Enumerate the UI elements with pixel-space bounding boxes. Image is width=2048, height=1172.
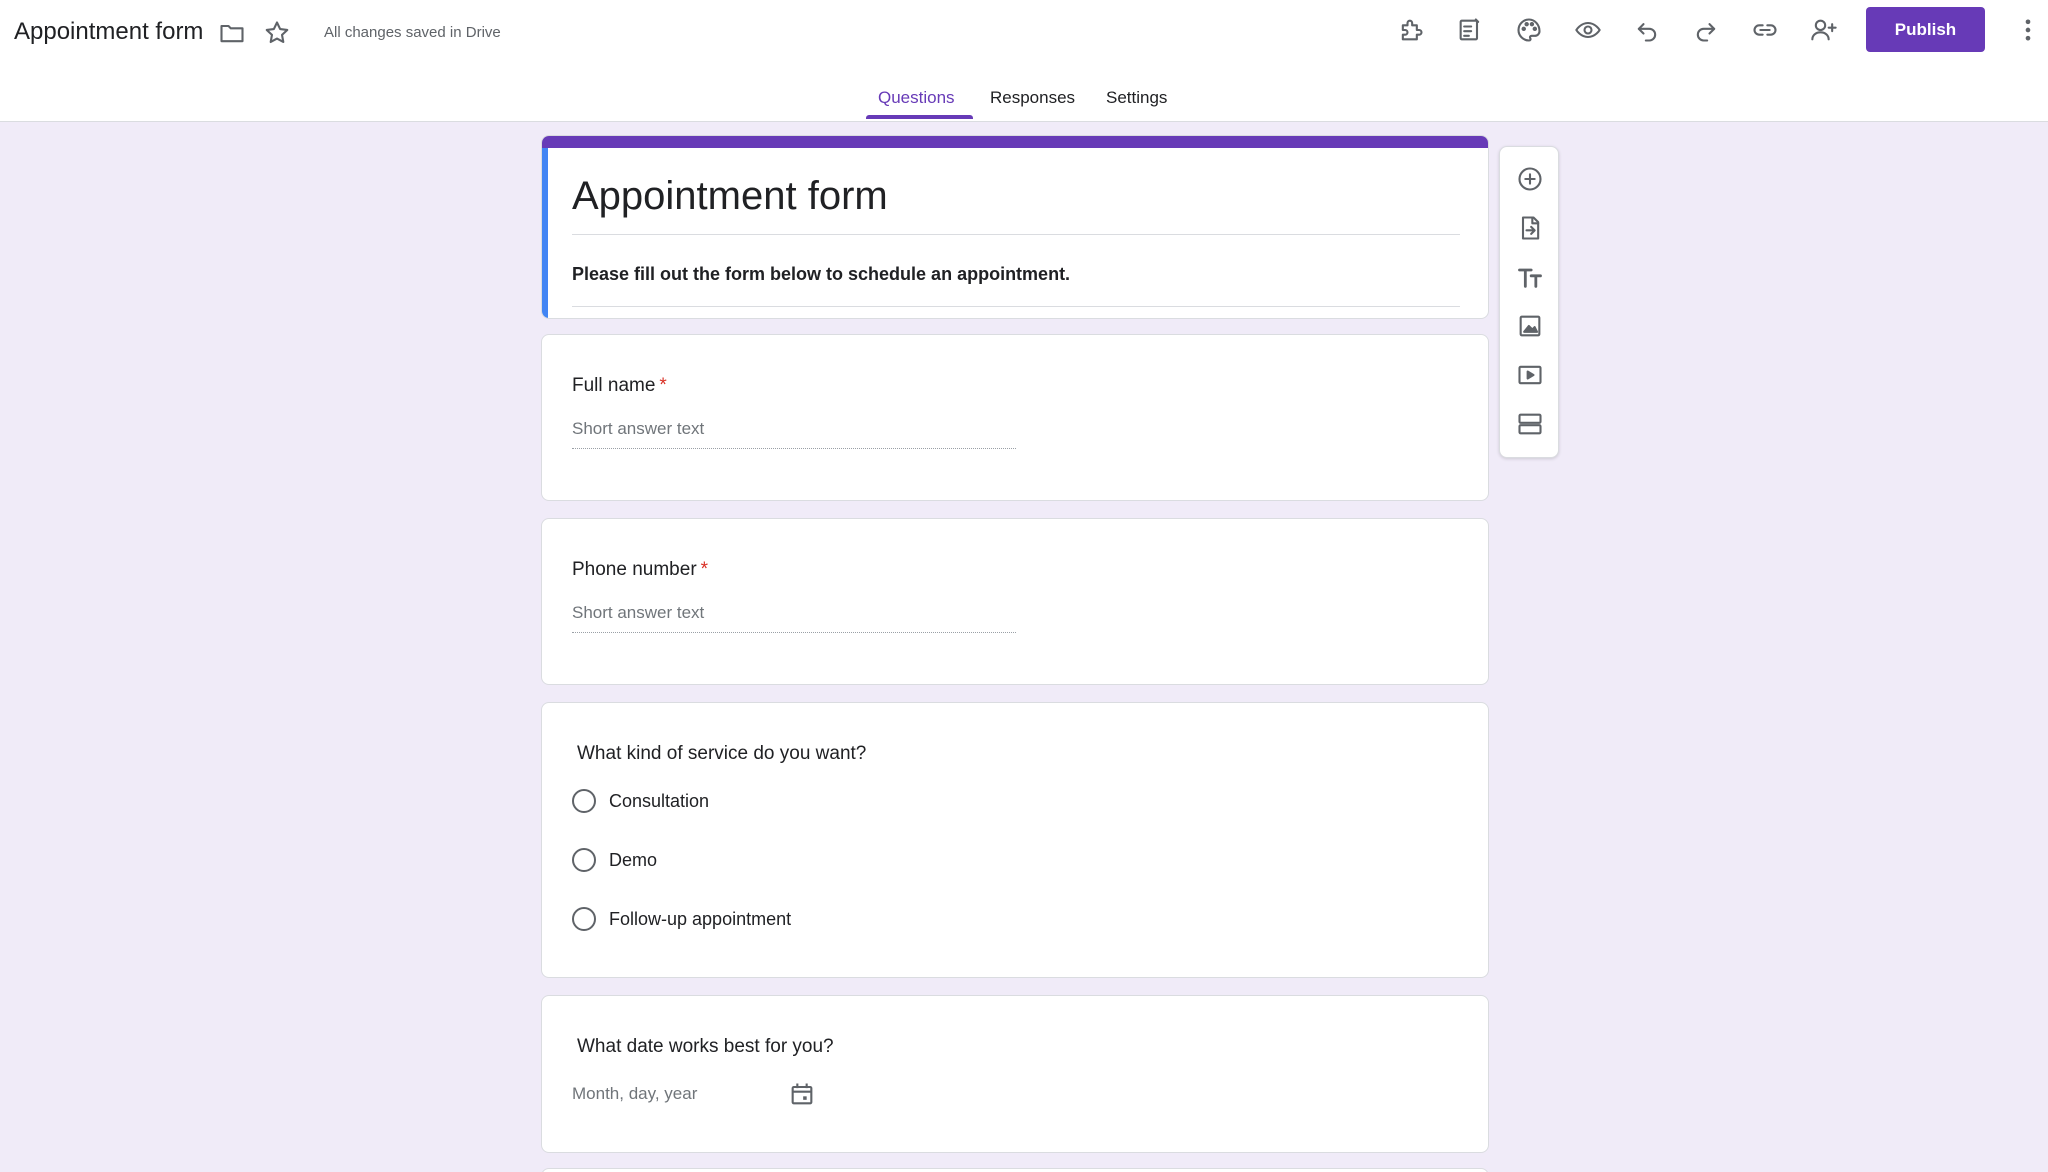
star-icon[interactable] [261, 17, 293, 49]
question-card-date[interactable]: What date works best for you? Month, day… [541, 995, 1489, 1153]
question-title: What kind of service do you want? [577, 743, 867, 764]
tab-settings[interactable]: Settings [1106, 88, 1167, 122]
option-label: Follow-up appointment [609, 908, 792, 929]
tab-bar: Questions Responses Settings [0, 84, 2048, 122]
question-card-service-type[interactable]: What kind of service do you want? Consul… [541, 702, 1489, 978]
radio-option-consultation[interactable]: Consultation [572, 789, 709, 813]
add-image-icon[interactable] [1514, 310, 1546, 342]
radio-option-demo[interactable]: Demo [572, 848, 657, 872]
radio-option-follow-up[interactable]: Follow-up appointment [572, 907, 791, 931]
addons-icon[interactable] [1395, 14, 1427, 46]
question-card-next[interactable] [541, 1168, 1489, 1172]
folder-icon[interactable] [216, 17, 248, 49]
option-label: Demo [609, 849, 658, 870]
add-question-icon[interactable] [1514, 163, 1546, 195]
question-title-text: Full name [572, 375, 656, 396]
required-asterisk: * [700, 559, 709, 580]
add-section-icon[interactable] [1514, 408, 1546, 440]
question-title: Phone number * [572, 559, 708, 581]
form-description[interactable]: Please fill out the form below to schedu… [572, 264, 1070, 285]
question-card-full-name[interactable]: Full name * Short answer text [541, 334, 1489, 501]
question-title-text: Phone number [572, 559, 697, 580]
link-icon[interactable] [1749, 14, 1781, 46]
add-collaborator-icon[interactable] [1808, 14, 1840, 46]
divider [572, 234, 1460, 235]
question-title: Full name * [572, 375, 667, 397]
required-asterisk: * [659, 375, 667, 396]
undo-icon[interactable] [1631, 14, 1663, 46]
active-tab-indicator [866, 115, 973, 119]
add-video-icon[interactable] [1514, 359, 1546, 391]
top-bar: Appointment form All changes saved in Dr… [0, 0, 2048, 122]
redo-icon[interactable] [1690, 14, 1722, 46]
radio-button[interactable] [572, 789, 596, 813]
import-questions-icon[interactable] [1514, 212, 1546, 244]
customize-form-icon[interactable] [1454, 14, 1486, 46]
radio-button[interactable] [572, 907, 596, 931]
save-status: All changes saved in Drive [324, 24, 501, 41]
option-label: Consultation [609, 790, 710, 811]
more-vert-icon[interactable] [2012, 14, 2044, 46]
form-title[interactable]: Appointment form [572, 174, 888, 219]
floating-toolbar [1499, 146, 1559, 458]
short-answer-field[interactable]: Short answer text [572, 603, 1016, 633]
focus-strip [542, 148, 548, 318]
question-title: What date works best for you? [577, 1036, 834, 1057]
question-card-phone-number[interactable]: Phone number * Short answer text [541, 518, 1489, 685]
add-title-icon[interactable] [1514, 261, 1546, 293]
short-answer-field[interactable]: Short answer text [572, 419, 1016, 449]
preview-eye-icon[interactable] [1572, 14, 1604, 46]
date-field[interactable]: Month, day, year [572, 1084, 697, 1104]
divider [572, 306, 1460, 307]
tab-responses[interactable]: Responses [990, 88, 1075, 122]
calendar-icon[interactable] [788, 1080, 816, 1108]
publish-button[interactable]: Publish [1866, 7, 1985, 52]
document-title[interactable]: Appointment form [14, 18, 203, 46]
theme-palette-icon[interactable] [1513, 14, 1545, 46]
form-header-card[interactable]: Appointment form Please fill out the for… [541, 135, 1489, 319]
accent-strip [542, 136, 1488, 148]
radio-button[interactable] [572, 848, 596, 872]
